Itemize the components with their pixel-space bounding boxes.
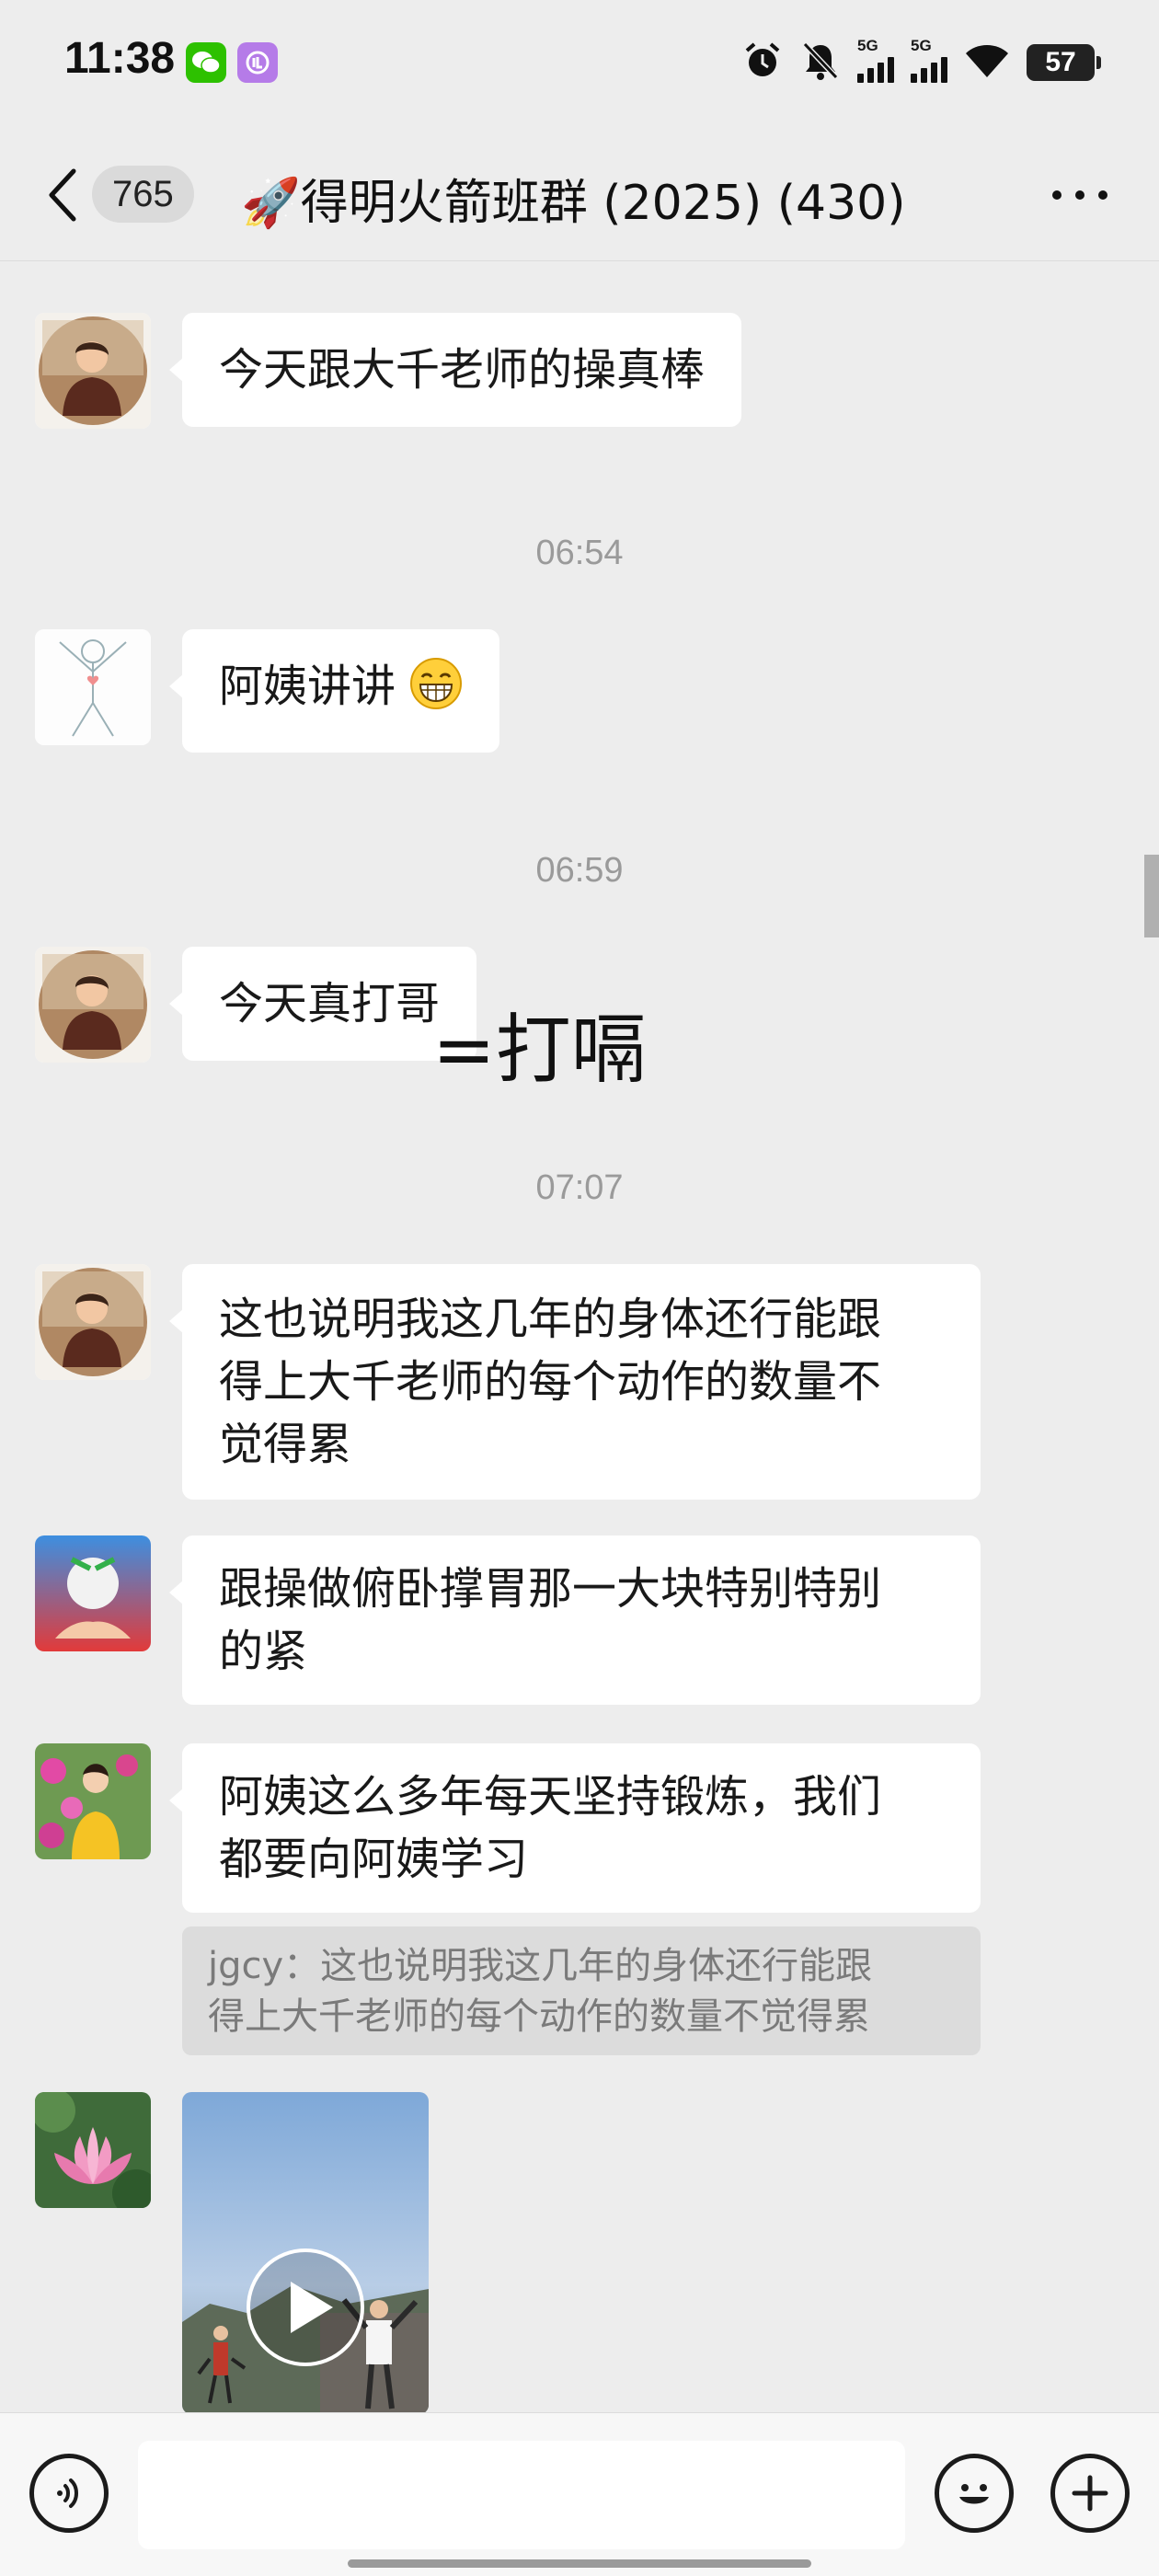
message-text-line: 这也说明我这几年的身体还行能跟 [219,1294,882,1345]
avatar[interactable] [35,1743,151,1859]
signal-strength-2-icon: 5G [911,37,947,83]
message-bubble[interactable]: 跟操做俯卧撑胃那一大块特别特别 的紧 [169,1535,981,1705]
more-functions-button[interactable] [1050,2454,1130,2533]
voice-input-button[interactable] [29,2454,109,2533]
back-button[interactable] [42,166,83,224]
message-timestamp: 06:59 [535,851,624,890]
message-timestamp: 06:54 [535,534,624,572]
quote-text-line: 得上大千老师的每个动作的数量不觉得累 [208,1995,870,2038]
avatar[interactable] [35,1535,151,1651]
message-bubble[interactable]: 阿姨这么多年每天坚持锻炼，我们 都要向阿姨学习 [169,1743,981,1913]
status-icons: 5G 5G 57 [741,37,1101,88]
quote-text-line: jgcy：这也说明我这几年的身体还行能跟 [208,1945,873,1987]
status-bar: 11:38 5G 5G 57 [0,0,1159,129]
network-type-2: 5G [911,37,932,54]
avatar[interactable] [35,313,151,429]
wifi-icon [964,42,1010,83]
wechat-icon [186,42,226,83]
more-options-button[interactable] [1052,178,1107,212]
avatar[interactable] [35,1264,151,1380]
message-timestamp: 07:07 [535,1168,624,1207]
chat-title[interactable]: 🚀得明火箭班群 (2025) (430) [241,164,906,233]
plus-icon [1072,2475,1108,2512]
handwritten-annotation: =打嗝 [432,1006,647,1094]
message-text-line: 得上大千老师的每个动作的数量不 [219,1356,882,1408]
chat-header: 765 🚀得明火箭班群 (2025) (430) [0,129,1159,261]
message-bubble[interactable]: 今天跟大千老师的操真棒 [168,313,742,427]
emoji-button[interactable] [935,2454,1014,2533]
message-bubble[interactable]: 这也说明我这几年的身体还行能跟 得上大千老师的每个动作的数量不 觉得累 [169,1264,981,1500]
status-time: 11:38 [64,34,176,83]
voice-icon [57,2478,78,2508]
home-indicator[interactable] [348,2559,811,2568]
message-text: 阿姨讲讲 [219,661,396,712]
unread-count-badge[interactable]: 765 [92,166,194,223]
network-type-1: 5G [857,37,878,54]
more-dots-icon [1052,190,1061,200]
signal-strength-1-icon: 5G [857,37,894,83]
avatar[interactable] [35,947,151,1063]
message-list[interactable]: 今天跟大千老师的操真棒 06:54 阿姨讲讲 06:59 今天真打哥 =打嗝 0… [0,261,1159,2412]
message-text: 今天真打哥 [219,978,441,1029]
alarm-icon [741,40,784,86]
message-bubble[interactable]: 阿姨讲讲 [168,629,500,753]
message-input[interactable] [138,2441,905,2549]
emoji-icon [959,2484,989,2504]
message-text-line: 阿姨这么多年每天坚持锻炼，我们 [219,1771,882,1823]
chevron-left-icon [49,168,76,222]
avatar[interactable] [35,629,151,745]
mute-bell-icon [800,40,841,86]
video-message[interactable] [182,2092,429,2412]
input-bar [0,2412,1159,2576]
message-text-line: 都要向阿姨学习 [219,1834,529,1885]
grin-emoji-icon [409,657,463,727]
quoted-message[interactable]: jgcy：这也说明我这几年的身体还行能跟 得上大千老师的每个动作的数量不觉得累 [182,1926,981,2055]
message-text-line: 跟操做俯卧撑胃那一大块特别特别 [219,1563,882,1615]
message-text-line: 的紧 [219,1626,308,1677]
battery-indicator: 57 [1027,44,1101,81]
message-text: 今天跟大千老师的操真棒 [219,344,706,396]
app-icon [237,42,278,83]
message-text-line: 觉得累 [219,1419,352,1470]
avatar[interactable] [35,2092,151,2208]
